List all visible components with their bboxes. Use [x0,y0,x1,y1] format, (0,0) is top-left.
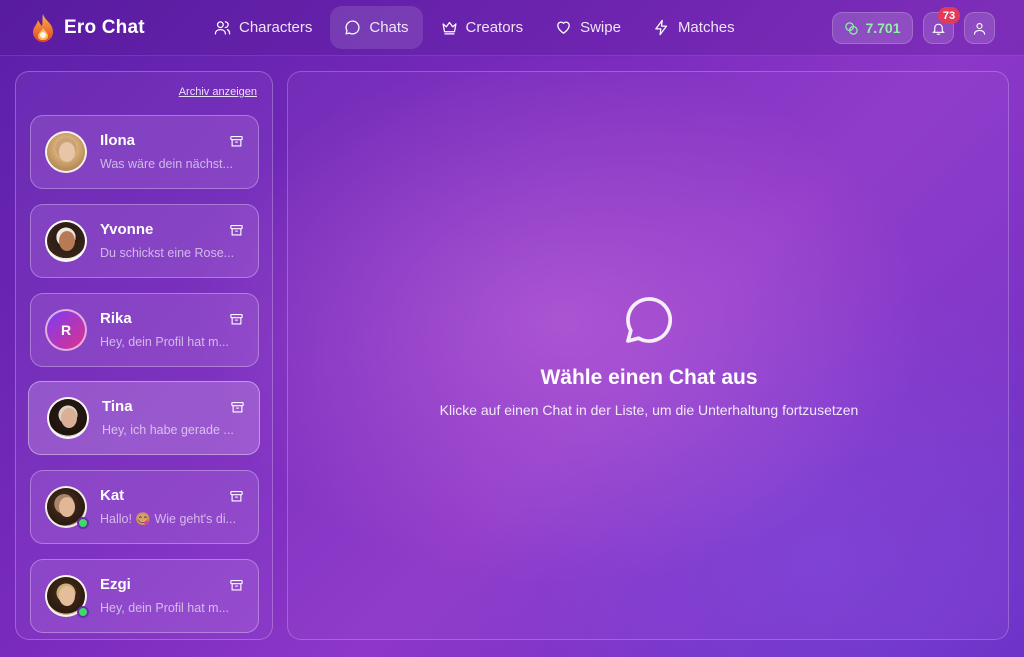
chat-list-item[interactable]: Kat Hallo! 😋 Wie geht's di... [30,470,259,544]
avatar [45,220,87,262]
contact-name: Tina [102,398,133,415]
heart-icon [557,21,570,34]
archive-icon[interactable] [229,312,244,327]
message-preview: Hey, ich habe gerade ... [102,423,234,437]
nav-label: Chats [369,19,409,36]
contact-name: Yvonne [100,221,154,238]
archive-icon[interactable] [229,578,244,593]
nav-matches[interactable]: Matches [639,6,749,49]
contact-name: Ilona [100,132,136,149]
profile-button[interactable] [964,12,995,44]
message-preview: Hey, dein Profil hat m... [100,601,229,615]
chat-bubble-icon [345,20,360,35]
nav-creators[interactable]: Creators [427,6,538,49]
nav-chats[interactable]: Chats [330,6,423,49]
chat-list-item[interactable]: Ilona Was wäre dein nächst... [30,115,259,189]
nav-label: Swipe [580,19,621,36]
coin-amount: 7.701 [865,20,901,36]
avatar [45,131,87,173]
contact-name: Rika [100,310,132,327]
nav-label: Creators [465,19,524,36]
message-preview: Du schickst eine Rose... [100,246,235,260]
flame-logo-icon [33,14,53,42]
online-status-dot [77,517,89,529]
nav-characters[interactable]: Characters [200,6,326,49]
lightning-icon [655,19,668,36]
archive-icon[interactable] [229,223,244,238]
message-preview: Was wäre dein nächst... [100,157,233,171]
archive-icon[interactable] [230,400,245,415]
archive-icon[interactable] [229,489,244,504]
main-nav: Characters Chats Creators Swipe Matches [200,6,749,49]
nav-label: Characters [239,19,313,36]
brand[interactable]: Ero Chat [30,13,145,43]
nav-swipe[interactable]: Swipe [541,6,635,49]
chat-list-sidebar: Archiv anzeigen Ilona Was wäre dein näch… [15,71,273,640]
notifications-button[interactable]: 73 [923,7,960,44]
top-navigation-bar: Ero Chat Characters Chats Creators Swipe [0,0,1024,56]
contact-name: Ezgi [100,576,131,593]
coins-icon [845,21,859,35]
archive-icon[interactable] [229,134,244,149]
coin-balance[interactable]: 7.701 [832,12,913,44]
crown-icon [442,21,457,35]
chat-list-item[interactable]: R Rika Hey, dein Profil hat m... [30,293,259,367]
empty-state-subtitle: Klicke auf einen Chat in der Liste, um d… [439,402,859,418]
avatar [47,397,89,439]
chat-bubble-icon [626,297,673,343]
chat-main-panel: Wähle einen Chat aus Klicke auf einen Ch… [287,71,1009,640]
notification-badge: 73 [938,7,960,24]
show-archive-link[interactable]: Archiv anzeigen [179,86,257,98]
nav-label: Matches [677,19,735,36]
users-icon [214,21,231,35]
chat-list-item-selected[interactable]: Tina Hey, ich habe gerade ... [28,381,260,455]
message-preview: Hallo! 😋 Wie geht's di... [100,512,237,526]
brand-name: Ero Chat [64,17,145,38]
user-icon [973,22,986,35]
message-preview: Hey, dein Profil hat m... [100,335,229,349]
empty-state-title: Wähle einen Chat aus [540,366,758,389]
chat-list-item[interactable]: Ezgi Hey, dein Profil hat m... [30,559,259,633]
contact-name: Kat [100,487,125,504]
online-status-dot [77,606,89,618]
avatar-initial: R [45,309,87,351]
chat-list-item[interactable]: Yvonne Du schickst eine Rose... [30,204,259,278]
